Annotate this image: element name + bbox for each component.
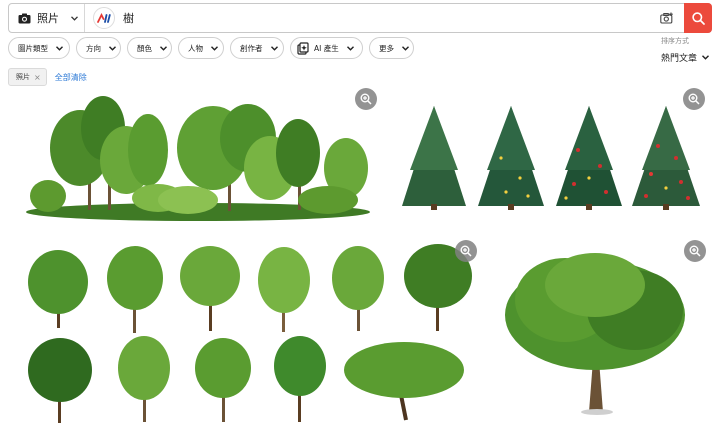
- zoom-button[interactable]: [355, 88, 377, 110]
- filter-label: AI 產生: [314, 43, 339, 53]
- zoom-in-icon: [460, 245, 472, 257]
- filter-ai-generated[interactable]: AI 產生: [290, 37, 363, 59]
- search-input[interactable]: [115, 4, 654, 32]
- chevron-down-icon: [160, 45, 167, 51]
- zoom-button[interactable]: [683, 88, 705, 110]
- zoom-button[interactable]: [455, 240, 477, 262]
- filter-label: 圖片類型: [18, 43, 48, 53]
- active-filters: 照片 × 全部清除: [8, 68, 87, 86]
- filter-more[interactable]: 更多: [369, 37, 414, 59]
- tree-collection-image: [28, 244, 472, 423]
- result-image[interactable]: [8, 240, 478, 428]
- chevron-down-icon: [109, 45, 116, 51]
- sort-dropdown[interactable]: 熱門文章: [661, 51, 717, 64]
- filter-creator[interactable]: 創作者: [230, 37, 284, 59]
- sort-value: 熱門文章: [661, 54, 698, 64]
- zoom-button[interactable]: [684, 240, 706, 262]
- media-type-dropdown[interactable]: 照片: [9, 4, 85, 32]
- close-icon[interactable]: ×: [34, 73, 41, 82]
- filter-color[interactable]: 顏色: [127, 37, 172, 59]
- chevron-down-icon: [270, 45, 278, 51]
- large-tree-image: [505, 253, 685, 415]
- result-image[interactable]: [396, 88, 704, 213]
- filter-label: 方向: [86, 43, 101, 53]
- magnifier-icon: [691, 11, 705, 25]
- filter-label: 人物: [188, 43, 203, 53]
- result-image[interactable]: [8, 88, 386, 233]
- zoom-in-icon: [688, 93, 700, 105]
- chevron-down-icon: [211, 45, 218, 51]
- camera-plus-icon[interactable]: [654, 4, 680, 32]
- filter-people[interactable]: 人物: [178, 37, 224, 59]
- ai-sparkle-icon: [297, 41, 310, 55]
- filter-label: 顏色: [137, 43, 152, 53]
- filter-label: 創作者: [240, 43, 263, 53]
- media-type-label: 照片: [37, 12, 59, 25]
- chevron-down-icon: [71, 15, 78, 21]
- filter-orientation[interactable]: 方向: [76, 37, 121, 59]
- ai-logo-icon[interactable]: [93, 7, 115, 29]
- zoom-in-icon: [360, 93, 372, 105]
- filter-bar: 圖片類型 方向 顏色 人物 創作者 AI 產生 更多: [8, 37, 414, 59]
- active-filter-tag: 照片 ×: [8, 68, 47, 86]
- chevron-down-icon: [402, 45, 409, 51]
- zoom-in-icon: [689, 245, 701, 257]
- chevron-down-icon: [702, 55, 710, 60]
- tag-label: 照片: [16, 73, 30, 81]
- result-image[interactable]: [495, 240, 707, 428]
- search-bar: 照片: [8, 3, 712, 33]
- sort-label: 排序方式: [661, 37, 689, 45]
- christmas-trees-image: [402, 106, 700, 210]
- chevron-down-icon: [56, 45, 63, 51]
- sort-control: 排序方式 熱門文章: [661, 36, 717, 64]
- clear-all-link[interactable]: 全部清除: [55, 72, 87, 83]
- filter-image-type[interactable]: 圖片類型: [8, 37, 70, 59]
- tree-group-image: [26, 96, 370, 221]
- search-button[interactable]: [684, 3, 712, 33]
- camera-icon: [18, 13, 31, 24]
- filter-label: 更多: [379, 43, 394, 53]
- chevron-down-icon: [346, 45, 354, 51]
